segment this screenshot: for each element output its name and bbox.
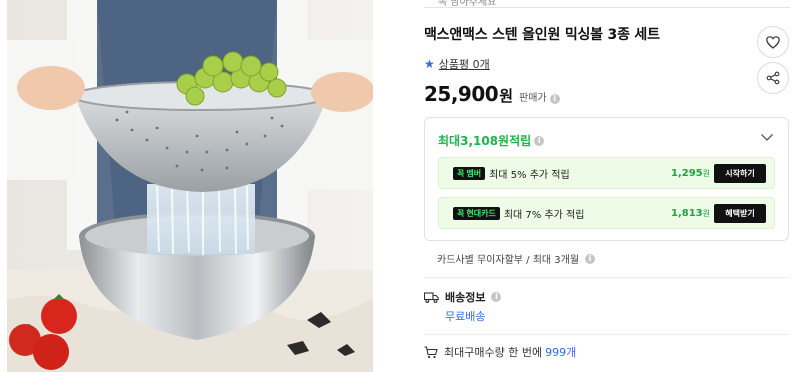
top-divider: 꼭 담아주세요 (424, 0, 790, 8)
badge-mark: 꼭 (457, 208, 465, 218)
share-button[interactable] (757, 62, 789, 94)
price-label: 판매가 (519, 93, 547, 104)
shipping-value: 무료배송 (445, 310, 486, 323)
info-icon[interactable]: i (585, 253, 596, 264)
max-purchase-info: 최대구매수량 한 번에 999개 (424, 344, 576, 360)
share-icon (766, 71, 780, 85)
cart-icon (424, 345, 438, 358)
divider (424, 277, 789, 278)
sale-price: 25,900 (424, 82, 499, 106)
reward-suffix: 적립 (509, 134, 532, 148)
review-count-link[interactable]: 상품평 0개 (439, 56, 490, 72)
card-badge: 꼭 현대카드 (453, 206, 500, 220)
price-row: 25,900 원 판매가 i (424, 82, 560, 106)
price-unit: 원 (499, 87, 513, 105)
benefit-amount-unit: 원 (702, 208, 710, 218)
max-purchase-label: 최대구매수량 한 번에 (444, 346, 543, 359)
info-icon[interactable]: i (491, 292, 502, 302)
reward-prefix: 최대 (438, 134, 461, 148)
star-icon: ★ (424, 57, 435, 71)
truck-icon (424, 291, 439, 303)
info-icon[interactable]: i (534, 135, 545, 146)
divider (424, 334, 789, 335)
benefit-desc: 최대 7% 추가 적립 (503, 209, 585, 221)
max-purchase-value: 999개 (545, 346, 577, 359)
installment-info: 카드사별 무이자할부 / 최대 3개월 i (437, 251, 596, 266)
wishlist-button[interactable] (757, 26, 789, 58)
membership-badge: 꼭 멤버 (453, 166, 486, 180)
shipping-label: 배송정보 (445, 291, 486, 304)
benefit-amount-value: 1,813 (670, 207, 703, 219)
benefit-row-card: 꼭 현대카드 최대 7% 추가 적립 1,813원 혜택받기 (438, 197, 775, 229)
reward-panel: 최대 3,108원 적립 i 꼭 멤버 최대 5% 추가 적립 1,295원 시… (424, 117, 789, 241)
badge-mark: 꼭 (457, 168, 465, 178)
reward-amount: 3,108원 (460, 134, 510, 148)
get-benefit-button[interactable]: 혜택받기 (714, 203, 766, 223)
product-image (7, 0, 373, 372)
reward-summary[interactable]: 최대 3,108원 적립 i (438, 132, 545, 149)
benefit-row-membership: 꼭 멤버 최대 5% 추가 적립 1,295원 시작하기 (438, 157, 775, 189)
benefit-amount-value: 1,295 (670, 167, 703, 179)
benefit-amount: 1,813원 (671, 208, 710, 219)
benefit-amount-unit: 원 (702, 168, 710, 178)
chevron-down-icon[interactable] (760, 132, 774, 142)
product-title: 맥스앤맥스 스텐 올인원 믹싱볼 3종 세트 (424, 27, 660, 43)
info-icon[interactable]: i (549, 94, 560, 104)
review-summary[interactable]: ★ 상품평 0개 (424, 56, 490, 72)
installment-text: 카드사별 무이자할부 / 최대 3개월 (437, 255, 580, 266)
benefit-desc: 최대 5% 추가 적립 (489, 169, 570, 181)
shipping-info: 배송정보 i 무료배송 (424, 289, 502, 323)
badge-label: 멤버 (466, 168, 482, 178)
badge-label: 현대카드 (466, 208, 496, 218)
benefit-amount: 1,295원 (671, 168, 710, 179)
start-membership-button[interactable]: 시작하기 (714, 163, 766, 183)
heart-icon (766, 35, 780, 49)
